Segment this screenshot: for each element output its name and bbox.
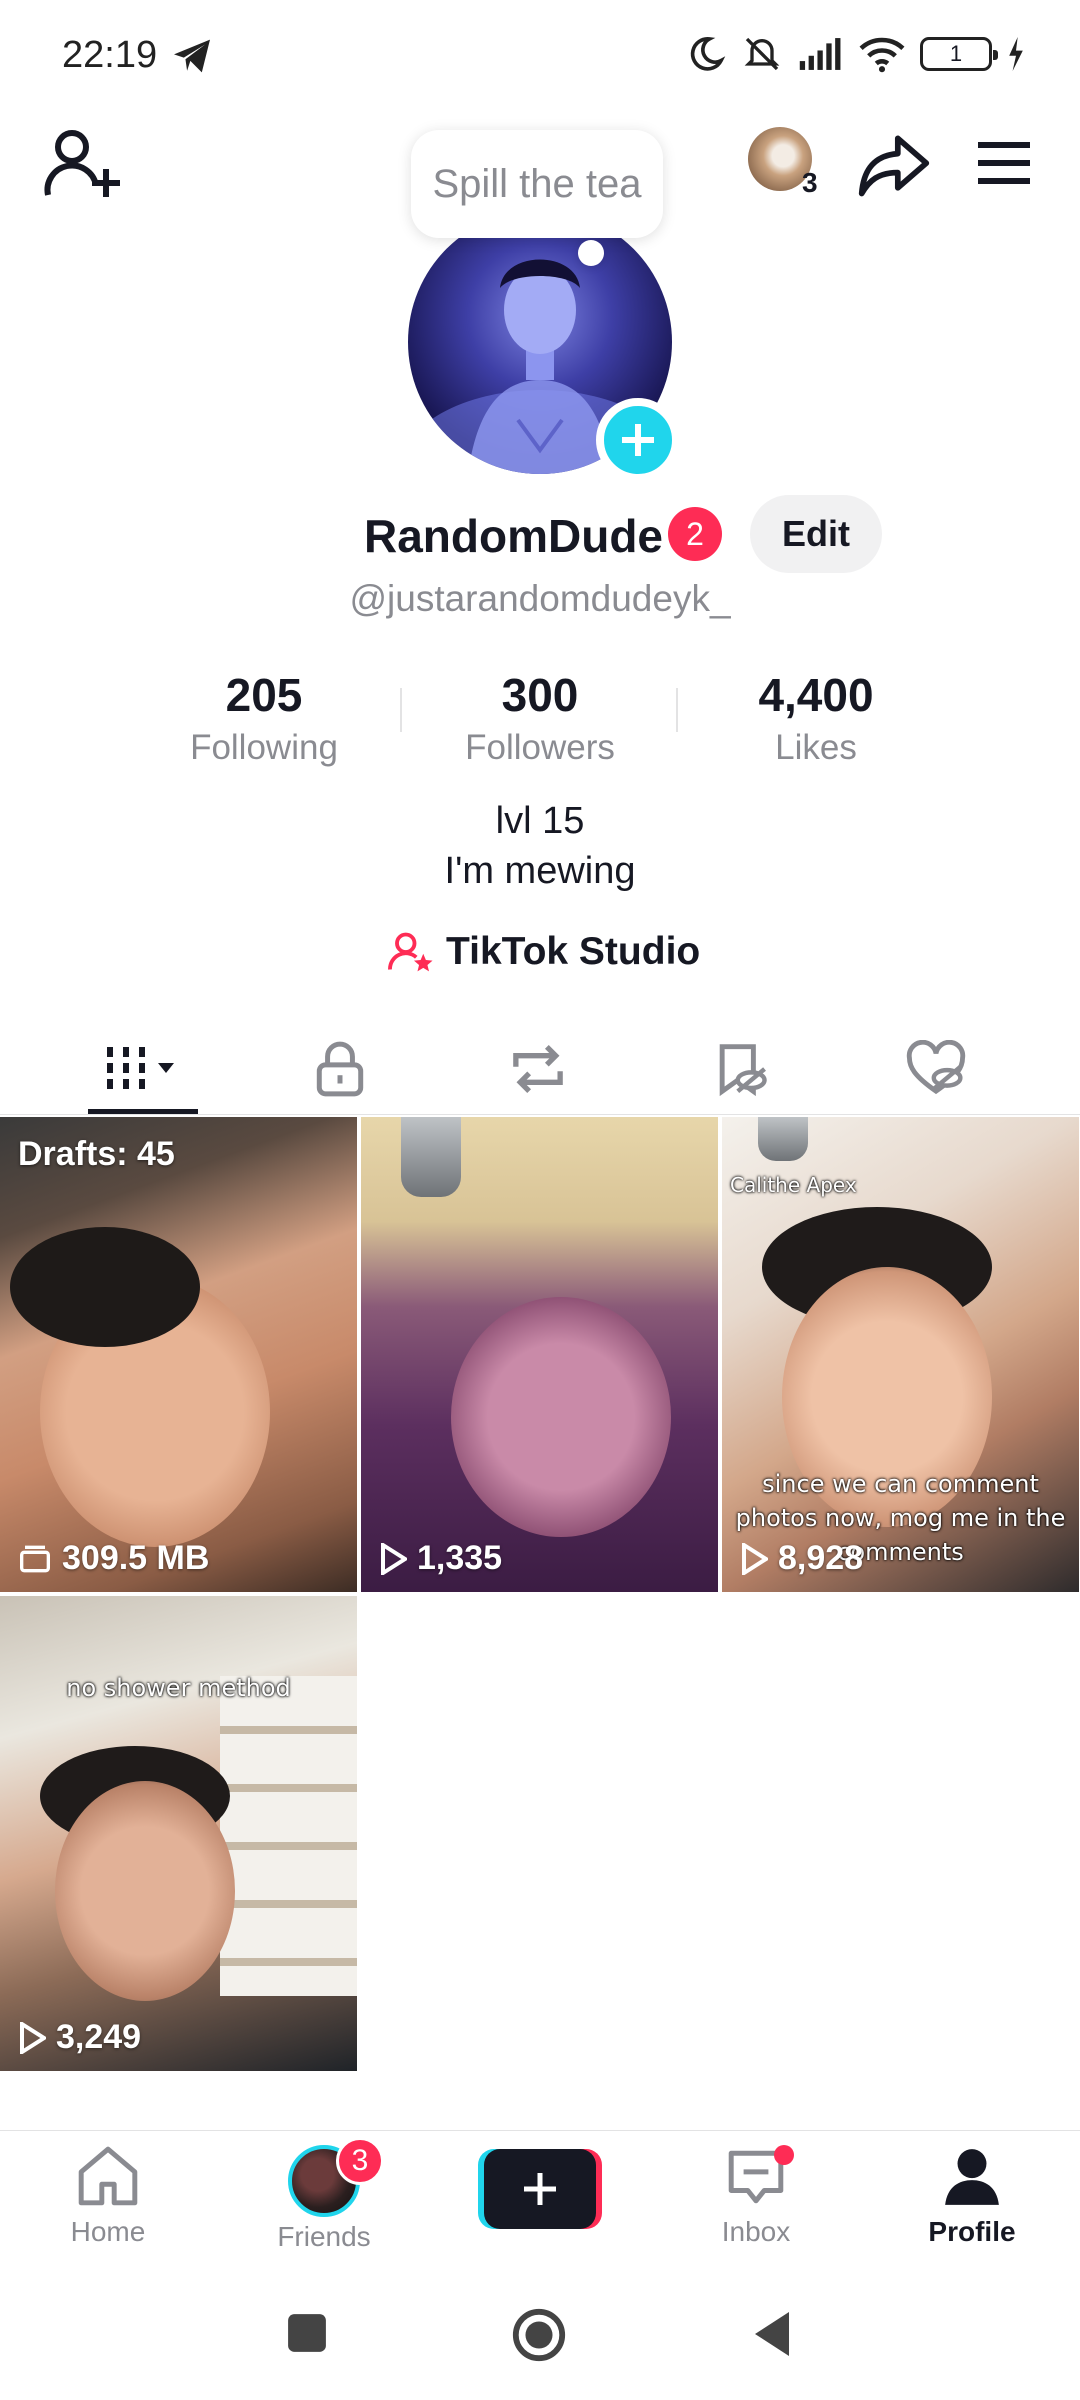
drafts-label: Drafts: 45 [18,1135,175,1173]
studio-icon [388,932,433,972]
bookshelf-image [220,1676,357,1996]
likes-label: Likes [775,728,857,767]
followers-count: 300 [501,669,579,721]
system-navigation-bar [0,2270,1080,2400]
tab-videos[interactable] [84,1029,204,1109]
play-icon [742,1542,768,1575]
video-views: 8,928 [740,1539,863,1578]
favorites-hidden-icon [719,1044,767,1097]
nav-inbox[interactable]: Inbox [686,2145,826,2248]
private-lock-icon [316,1041,364,1097]
add-friend-icon[interactable] [42,125,122,205]
profile-viewers-button[interactable]: 3 [748,127,828,199]
menu-icon[interactable] [972,131,1036,195]
inbox-notification-dot [774,2145,794,2165]
profile-bio: lvl 15 I'm mewing [0,796,1080,896]
friends-badge: 3 [336,2137,384,2185]
thumbnail-hair [10,1227,200,1347]
display-name: RandomDude [364,510,663,562]
viewer-count: 3 [802,167,818,198]
liked-hidden-icon [906,1040,966,1095]
drafts-storage-icon [20,1545,50,1572]
videos-grid-icon [107,1047,174,1091]
video-caption: no shower method [66,1674,291,1702]
charging-icon [1009,37,1023,71]
nav-profile[interactable]: Profile [902,2145,1042,2248]
nav-friends[interactable]: 3 Friends [254,2137,394,2253]
status-time: 22:19 [62,34,158,76]
bio-line: lvl 15 [495,800,585,842]
edit-profile-button[interactable]: Edit [750,495,882,573]
drafts-tile[interactable]: Drafts: 45 309.5 MB [0,1117,357,1592]
username-handle: @justarandomdudeyk_ [349,578,731,619]
following-label: Following [190,728,338,767]
view-count: 1,335 [417,1539,503,1577]
watch-image [401,1117,461,1197]
studio-label: TikTok Studio [446,930,701,973]
nav-friends-label: Friends [277,2221,371,2252]
followers-label: Followers [465,728,615,767]
tab-reposts[interactable] [478,1029,598,1109]
share-icon[interactable] [856,127,932,203]
tab-favorites[interactable] [680,1029,800,1109]
thumbnail-image [451,1297,671,1537]
plus-icon [622,424,654,456]
play-icon [20,2021,46,2054]
stat-divider [400,688,402,732]
stat-following[interactable]: 205 Following [144,668,384,768]
stat-likes[interactable]: 4,400 Likes [696,668,936,768]
nav-profile-label: Profile [928,2216,1016,2247]
status-bar: 22:19 1 [0,0,1080,110]
profile-note-bubble[interactable]: Spill the tea [411,130,663,238]
drafts-size: 309.5 MB [18,1539,209,1578]
drafts-size-value: 309.5 MB [62,1539,210,1577]
video-tile[interactable]: no shower method 3,249 [0,1596,357,2071]
tab-liked[interactable] [876,1029,996,1109]
nav-inbox-label: Inbox [721,2216,791,2247]
profile-content-tabs [0,1015,1080,1115]
create-button[interactable] [478,2149,602,2229]
home-icon [78,2146,138,2206]
bio-line: I'm mewing [444,850,636,892]
video-tile[interactable]: 1,335 [361,1117,718,1592]
add-story-button[interactable] [596,398,680,482]
watch-image [758,1117,808,1161]
back-system-button[interactable] [750,2310,792,2358]
view-count: 3,249 [56,2018,142,2056]
video-views: 3,249 [18,2018,141,2057]
wifi-icon [859,37,905,73]
thumbnail-image [55,1781,235,2001]
repost-icon [513,1044,563,1094]
moon-icon [690,37,726,71]
bottom-navigation: Home 3 Friends Inbox Profile [0,2130,1080,2270]
battery-icon: 1 [920,37,998,71]
play-icon [381,1542,407,1575]
nav-home[interactable]: Home [38,2145,178,2248]
view-count: 8,928 [778,1539,864,1577]
telegram-icon [174,39,210,73]
recents-button[interactable] [286,2312,328,2354]
nav-home-label: Home [70,2216,146,2247]
signal-icon [799,38,841,70]
name-notification-badge: 2 [668,507,722,561]
active-tab-indicator [88,1109,198,1114]
note-tail [578,240,604,266]
video-watermark: Calithe Apex [730,1173,857,1197]
status-icons: 1 [686,34,1026,74]
likes-count: 4,400 [758,669,874,721]
home-system-button[interactable] [510,2306,568,2364]
name-row: RandomDude 2 Edit [0,495,1080,575]
stat-followers[interactable]: 300 Followers [420,668,660,768]
stat-divider [676,688,678,732]
battery-level: 1 [949,41,963,66]
tiktok-studio-link[interactable]: TikTok Studio [388,924,700,980]
note-text: Spill the tea [432,161,642,206]
profile-stats: 205 Following 300 Followers 4,400 Likes [0,668,1080,768]
profile-icon [945,2149,999,2205]
tab-private[interactable] [280,1029,400,1109]
video-views: 1,335 [379,1539,502,1578]
video-tile[interactable]: Calithe Apex since we can comment photos… [722,1117,1079,1592]
silent-icon [744,37,780,71]
following-count: 205 [225,669,303,721]
